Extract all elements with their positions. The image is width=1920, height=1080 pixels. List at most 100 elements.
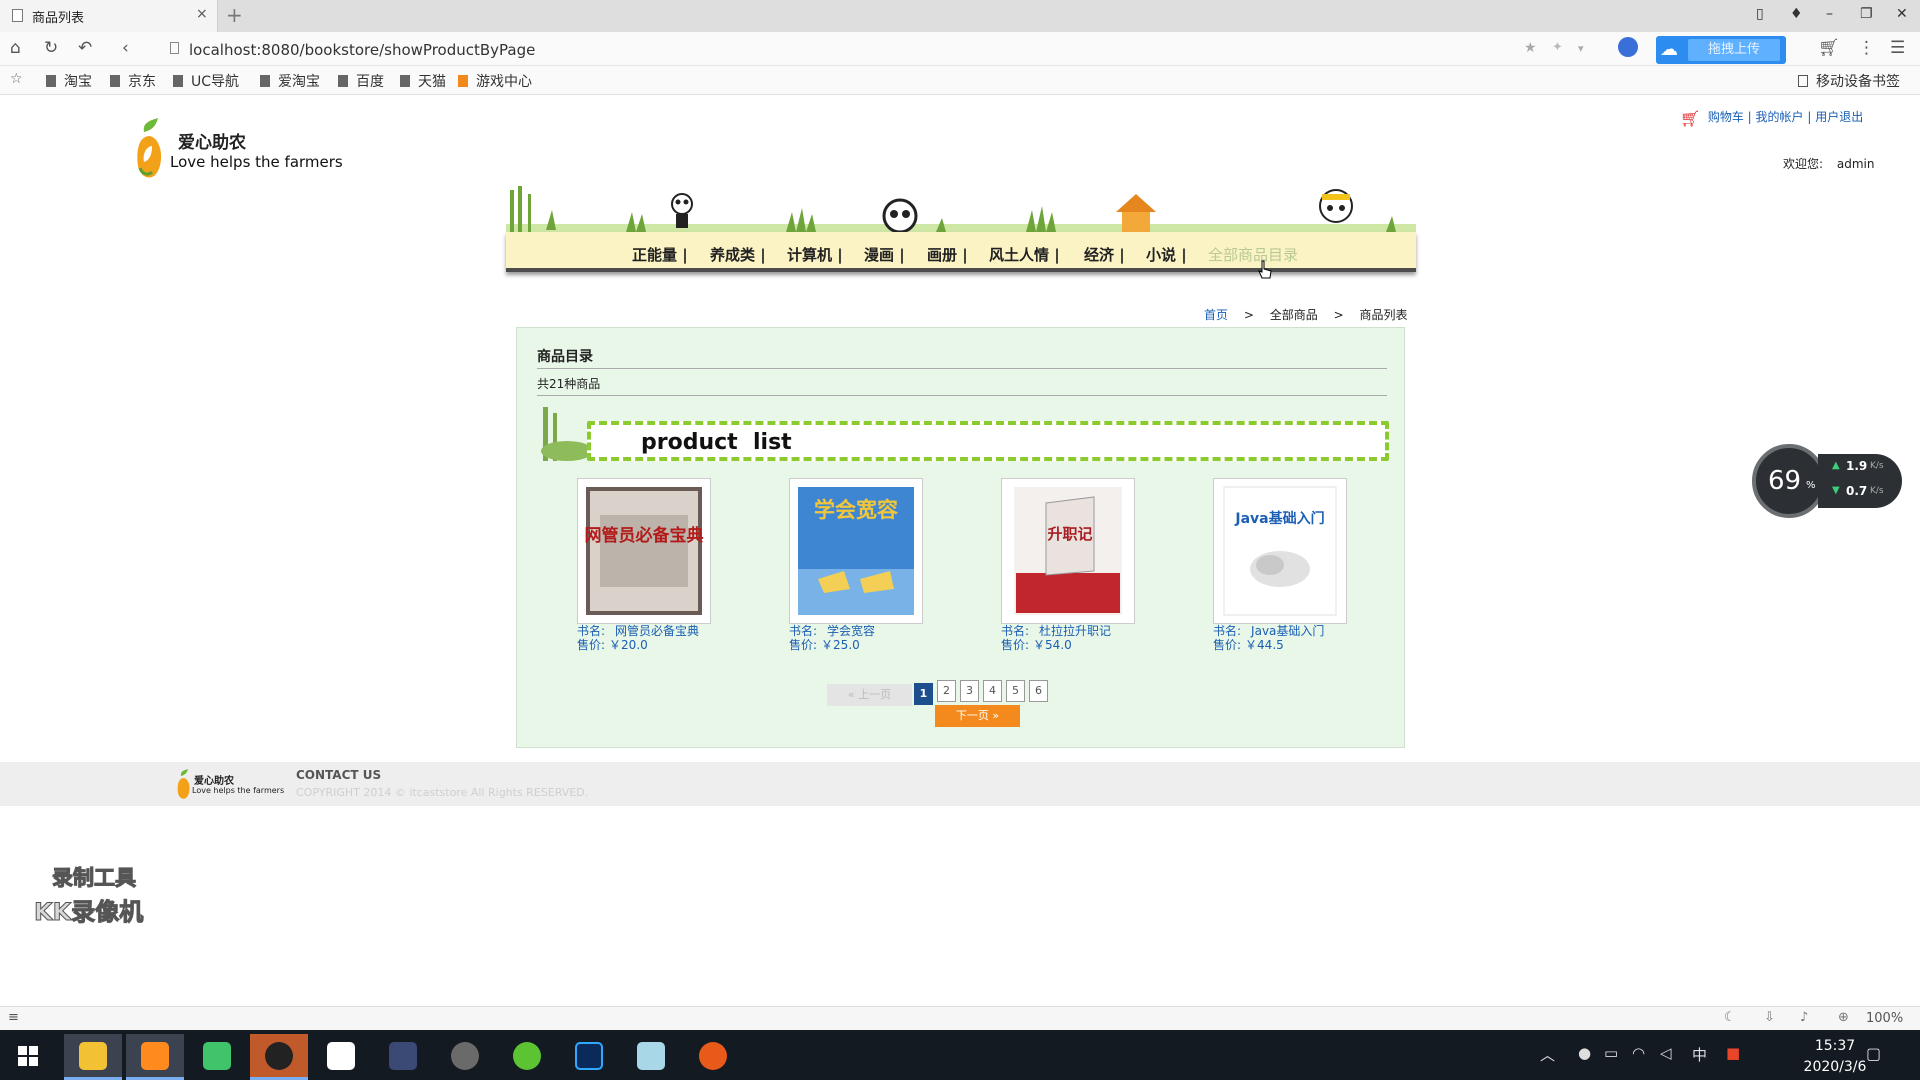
- url-text[interactable]: localhost:8080/bookstore/showProductByPa…: [189, 41, 535, 59]
- bookmark-game-center[interactable]: 游戏中心: [458, 71, 532, 91]
- taskbar-settings[interactable]: [436, 1034, 494, 1080]
- taskbar-360[interactable]: [498, 1034, 556, 1080]
- chevron-down-icon[interactable]: ▾: [1578, 42, 1584, 55]
- logout-link[interactable]: 用户退出: [1815, 110, 1863, 124]
- pin-icon[interactable]: ✦: [1552, 40, 1563, 55]
- taskbar-eclipse[interactable]: [374, 1034, 432, 1080]
- page-5-button[interactable]: 5: [1006, 680, 1025, 702]
- battery-icon[interactable]: ▭: [1604, 1044, 1618, 1062]
- minimize-icon[interactable]: –: [1826, 6, 1833, 22]
- menu-icon[interactable]: ☰: [1890, 38, 1905, 58]
- sidebar-toggle-icon[interactable]: ≡: [8, 1010, 19, 1025]
- zoom-level[interactable]: 100%: [1866, 1011, 1903, 1026]
- page-2-button[interactable]: 2: [937, 680, 956, 702]
- product-cover[interactable]: Java基础入门: [1213, 478, 1347, 624]
- site-logo-title[interactable]: 爱心助农: [178, 128, 246, 153]
- product-card[interactable]: 学会宽容 书名: 学会宽容 售价: ￥25.0: [789, 478, 969, 652]
- name-value[interactable]: Java基础入门: [1251, 624, 1324, 638]
- download-icon[interactable]: ⇩: [1764, 1010, 1775, 1025]
- name-value[interactable]: 网管员必备宝典: [615, 624, 699, 638]
- nav-item-economy[interactable]: 经济 |: [1084, 244, 1125, 265]
- chevron-up-icon[interactable]: ︿: [1540, 1044, 1555, 1065]
- page-6-button[interactable]: 6: [1029, 680, 1048, 702]
- breadcrumb-home[interactable]: 首页: [1204, 308, 1228, 322]
- my-account-link[interactable]: 我的帐户: [1756, 110, 1804, 124]
- page-1-button[interactable]: 1: [914, 683, 933, 705]
- nav-item-positive-energy[interactable]: 正能量 |: [632, 244, 688, 265]
- product-name[interactable]: 书名: 学会宽容: [789, 624, 969, 638]
- refresh-icon[interactable]: ↻: [44, 38, 58, 58]
- night-mode-icon[interactable]: ☾: [1724, 1010, 1736, 1025]
- close-window-icon[interactable]: ✕: [1896, 6, 1908, 22]
- product-cover[interactable]: 升职记: [1001, 478, 1135, 624]
- taskbar-notes[interactable]: [622, 1034, 680, 1080]
- browser-tab[interactable]: 商品列表 ×: [0, 0, 218, 32]
- nav-item-albums[interactable]: 画册 |: [927, 244, 968, 265]
- product-card[interactable]: Java基础入门 书名: Java基础入门 售价: ￥44.5: [1213, 478, 1393, 652]
- tab-list-icon[interactable]: ▯: [1756, 6, 1764, 22]
- notification-icon[interactable]: ▢: [1866, 1044, 1881, 1063]
- nav-item-cultivation[interactable]: 养成类 |: [710, 244, 766, 265]
- nav-item-all-products[interactable]: 全部商品目录: [1208, 244, 1298, 265]
- restore-icon[interactable]: ❐: [1860, 6, 1873, 22]
- product-name[interactable]: 书名: 杜拉拉升职记: [1001, 624, 1181, 638]
- bookmark-uc-nav[interactable]: UC导航: [173, 71, 239, 91]
- star-icon[interactable]: ★: [1524, 40, 1537, 56]
- url-field[interactable]: localhost:8080/bookstore/showProductByPa…: [168, 39, 1508, 61]
- nav-item-computer[interactable]: 计算机 |: [787, 244, 843, 265]
- qq-tray-icon[interactable]: ●: [1578, 1044, 1591, 1062]
- ime-indicator[interactable]: 中: [1692, 1044, 1707, 1065]
- cart-link[interactable]: 购物车: [1708, 110, 1744, 124]
- taskbar-uc-browser[interactable]: [126, 1034, 184, 1080]
- product-cover[interactable]: 网管员必备宝典: [577, 478, 711, 624]
- new-tab-button[interactable]: +: [226, 3, 243, 27]
- nav-item-novels[interactable]: 小说 |: [1146, 244, 1187, 265]
- network-speed-widget[interactable]: 69 % ▲ 1.9 K/s ▼ 0.7 K/s: [1752, 444, 1902, 518]
- taskbar-qq[interactable]: [250, 1034, 308, 1080]
- taskbar-baidu-netdisk[interactable]: [312, 1034, 370, 1080]
- undo-icon[interactable]: ↶: [78, 38, 92, 58]
- name-value[interactable]: 学会宽容: [827, 624, 875, 638]
- star-outline-icon[interactable]: ☆: [10, 71, 23, 87]
- bookmark-jd[interactable]: 京东: [110, 71, 156, 91]
- sound-icon[interactable]: ♪: [1800, 1010, 1808, 1025]
- home-icon[interactable]: ⌂: [10, 38, 21, 58]
- taskbar-photoshop[interactable]: [560, 1034, 618, 1080]
- watermark-line-2: KK录像机: [33, 898, 144, 927]
- product-card[interactable]: 网管员必备宝典 书名: 网管员必备宝典 售价: ￥20.0: [577, 478, 757, 652]
- zoom-icon[interactable]: ⊕: [1838, 1010, 1849, 1025]
- name-value[interactable]: 杜拉拉升职记: [1039, 624, 1111, 638]
- start-button[interactable]: [0, 1034, 58, 1080]
- bookmark-aitaobao[interactable]: 爱淘宝: [260, 71, 320, 91]
- taskbar-recorder[interactable]: [684, 1034, 742, 1080]
- taskbar-media-player[interactable]: [188, 1034, 246, 1080]
- product-cover[interactable]: 学会宽容: [789, 478, 923, 624]
- volume-icon[interactable]: ◁: [1660, 1044, 1672, 1062]
- more-icon[interactable]: ⋮: [1858, 38, 1875, 58]
- account-icon[interactable]: [1618, 37, 1638, 57]
- mobile-bookmarks[interactable]: 移动设备书签: [1798, 71, 1900, 91]
- product-name[interactable]: 书名: 网管员必备宝典: [577, 624, 757, 638]
- page-3-button[interactable]: 3: [960, 680, 979, 702]
- sogou-icon[interactable]: ■: [1726, 1044, 1740, 1062]
- bookmark-tmall[interactable]: 天猫: [400, 71, 446, 91]
- breadcrumb-all-products[interactable]: 全部商品: [1270, 308, 1318, 322]
- next-page-button[interactable]: 下一页 »: [935, 705, 1020, 727]
- contact-us-link[interactable]: CONTACT US: [296, 768, 381, 782]
- drag-upload-button[interactable]: ☁ 拖拽上传: [1656, 36, 1786, 64]
- shopping-cart-icon[interactable]: 🛒︎: [1680, 109, 1700, 128]
- nav-item-comics[interactable]: 漫画 |: [864, 244, 905, 265]
- bookmark-taobao[interactable]: 淘宝: [46, 71, 92, 91]
- back-icon[interactable]: ‹: [122, 38, 129, 58]
- wifi-icon[interactable]: ◠: [1632, 1044, 1645, 1062]
- bookmark-baidu[interactable]: 百度: [338, 71, 384, 91]
- product-name[interactable]: 书名: Java基础入门: [1213, 624, 1393, 638]
- page-4-button[interactable]: 4: [983, 680, 1002, 702]
- logo-icon[interactable]: [134, 118, 166, 182]
- shirt-icon[interactable]: ♦: [1790, 6, 1803, 22]
- taskbar-file-explorer[interactable]: [64, 1034, 122, 1080]
- nav-item-customs[interactable]: 风土人情 |: [989, 244, 1060, 265]
- product-card[interactable]: 升职记 书名: 杜拉拉升职记 售价: ￥54.0: [1001, 478, 1181, 652]
- shopping-cart-icon[interactable]: 🛒︎: [1818, 38, 1840, 58]
- tab-close-icon[interactable]: ×: [196, 6, 208, 22]
